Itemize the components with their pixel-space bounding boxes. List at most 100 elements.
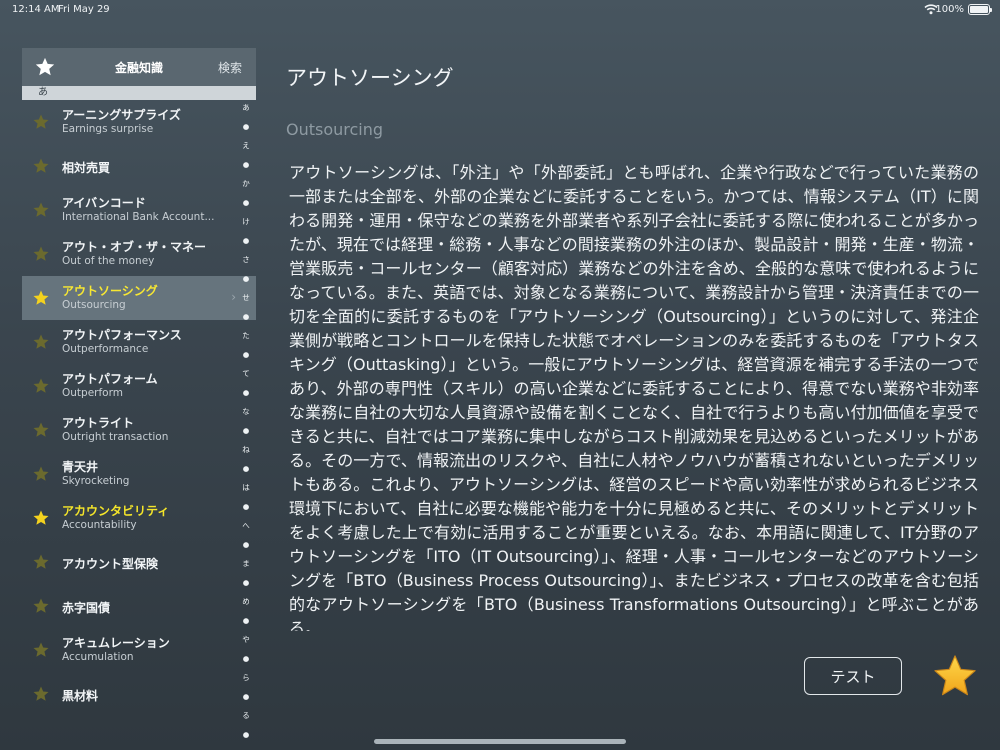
item-term: 青天井 bbox=[62, 460, 99, 474]
index-letter[interactable]: さ bbox=[238, 250, 254, 269]
status-date: Fri May 29 bbox=[58, 4, 110, 15]
item-term: アウトソーシング bbox=[62, 284, 158, 298]
home-indicator bbox=[374, 739, 626, 744]
index-letter[interactable]: ● bbox=[238, 611, 254, 630]
item-english: Accountability bbox=[62, 519, 137, 531]
index-letter[interactable]: ● bbox=[238, 535, 254, 554]
item-english: Outperform bbox=[62, 387, 123, 399]
index-letter[interactable]: た bbox=[238, 326, 254, 345]
sidebar-item[interactable]: アカウント型保険 bbox=[22, 540, 256, 584]
status-bar: 12:14 AM Fri May 29 100% bbox=[0, 0, 1000, 20]
item-term: 赤字国債 bbox=[62, 601, 111, 615]
section-index[interactable]: あ●え●か●け●さ●せ●た●て●な●ね●は●へ●ま●め●や●ら●る●わ bbox=[238, 98, 254, 750]
star-icon[interactable] bbox=[32, 201, 50, 219]
sidebar-item[interactable]: アウト・オブ・ザ・マネー Out of the money bbox=[22, 232, 256, 276]
detail-pane: アウトソーシング Outsourcing アウトソーシングは、「外注」や「外部委… bbox=[256, 48, 1000, 750]
index-letter[interactable]: ● bbox=[238, 497, 254, 516]
star-icon[interactable] bbox=[32, 465, 50, 483]
index-letter[interactable]: え bbox=[238, 136, 254, 155]
star-icon[interactable] bbox=[32, 597, 50, 615]
index-letter[interactable]: て bbox=[238, 364, 254, 383]
index-letter[interactable]: な bbox=[238, 402, 254, 421]
battery-percent: 100% bbox=[935, 4, 964, 15]
sidebar-item[interactable]: 黒材料 bbox=[22, 672, 256, 716]
star-icon[interactable] bbox=[32, 509, 50, 527]
index-letter[interactable]: ● bbox=[238, 649, 254, 668]
term-english: Outsourcing bbox=[286, 120, 384, 139]
star-icon[interactable] bbox=[32, 333, 50, 351]
sidebar-item[interactable]: アキュムレーション Accumulation bbox=[22, 628, 256, 672]
index-letter[interactable]: ● bbox=[238, 383, 254, 402]
index-letter[interactable]: る bbox=[238, 706, 254, 725]
sidebar-item[interactable]: 相対売買 bbox=[22, 144, 256, 188]
index-letter[interactable]: へ bbox=[238, 516, 254, 535]
sidebar-item[interactable]: アウトライト Outright transaction bbox=[22, 408, 256, 452]
index-letter[interactable]: ● bbox=[238, 725, 254, 744]
item-term: アウトパフォーマンス bbox=[62, 328, 182, 342]
item-english: Earnings surprise bbox=[62, 123, 154, 135]
chevron-right-icon: › bbox=[231, 290, 236, 304]
item-english: Outright transaction bbox=[62, 431, 169, 443]
index-letter[interactable]: ら bbox=[238, 668, 254, 687]
index-letter[interactable]: ● bbox=[238, 155, 254, 174]
star-icon[interactable] bbox=[32, 289, 50, 307]
favorite-star-icon[interactable] bbox=[932, 654, 978, 698]
test-button[interactable]: テスト bbox=[804, 657, 902, 695]
index-letter[interactable]: ● bbox=[238, 687, 254, 706]
star-icon[interactable] bbox=[32, 245, 50, 263]
sidebar-item[interactable]: アカウンタビリティ Accountability bbox=[22, 496, 256, 540]
sidebar-item[interactable]: 青天井 Skyrocketing bbox=[22, 452, 256, 496]
sidebar-item[interactable]: アーニングサプライズ Earnings surprise bbox=[22, 100, 256, 144]
index-letter[interactable]: ● bbox=[238, 231, 254, 250]
star-icon[interactable] bbox=[32, 553, 50, 571]
sidebar-item[interactable]: アウトソーシング Outsourcing › bbox=[22, 276, 256, 320]
sidebar-header: 金融知識 検索 bbox=[22, 48, 256, 86]
item-term: 黒材料 bbox=[62, 689, 99, 703]
item-term: アキュムレーション bbox=[62, 636, 170, 650]
star-icon[interactable] bbox=[32, 113, 50, 131]
item-term: アイバンコード bbox=[62, 196, 146, 210]
index-letter[interactable]: ● bbox=[238, 193, 254, 212]
term-list: アーニングサプライズ Earnings surprise 相対売買 アイバンコード In… bbox=[22, 100, 256, 716]
sidebar: 金融知識 検索 あ アーニングサプライズ Earnings surprise 相対売… bbox=[22, 48, 256, 750]
star-icon[interactable] bbox=[32, 377, 50, 395]
sidebar-item[interactable]: アウトパフォーム Outperform bbox=[22, 364, 256, 408]
index-letter[interactable]: わ bbox=[238, 744, 254, 750]
item-term: アウト・オブ・ザ・マネー bbox=[62, 240, 207, 254]
star-icon[interactable] bbox=[32, 641, 50, 659]
index-letter[interactable]: ● bbox=[238, 459, 254, 478]
item-term: アカウント型保険 bbox=[62, 557, 159, 571]
term-description[interactable]: アウトソーシングは、「外注」や「外部委託」とも呼ばれ、企業や行政などで行っていた… bbox=[289, 161, 979, 631]
index-letter[interactable]: や bbox=[238, 630, 254, 649]
item-english: Skyrocketing bbox=[62, 475, 130, 487]
index-letter[interactable]: せ bbox=[238, 288, 254, 307]
index-letter[interactable]: け bbox=[238, 212, 254, 231]
index-letter[interactable]: ● bbox=[238, 307, 254, 326]
index-letter[interactable]: ● bbox=[238, 117, 254, 136]
item-english: Out of the money bbox=[62, 255, 155, 267]
index-letter[interactable]: ● bbox=[238, 269, 254, 288]
index-letter[interactable]: あ bbox=[238, 98, 254, 117]
star-icon[interactable] bbox=[32, 421, 50, 439]
index-letter[interactable]: は bbox=[238, 478, 254, 497]
index-letter[interactable]: ● bbox=[238, 573, 254, 592]
star-icon[interactable] bbox=[32, 157, 50, 175]
item-english: International Bank Account... bbox=[62, 211, 215, 223]
index-letter[interactable]: ま bbox=[238, 554, 254, 573]
index-letter[interactable]: め bbox=[238, 592, 254, 611]
search-button[interactable]: 検索 bbox=[218, 59, 242, 76]
item-english: Outperformance bbox=[62, 343, 149, 355]
sidebar-item[interactable]: アイバンコード International Bank Account... bbox=[22, 188, 256, 232]
item-term: アーニングサプライズ bbox=[62, 108, 181, 122]
index-letter[interactable]: ● bbox=[238, 421, 254, 440]
index-letter[interactable]: ● bbox=[238, 345, 254, 364]
index-letter[interactable]: ね bbox=[238, 440, 254, 459]
sidebar-item[interactable]: 赤字国債 bbox=[22, 584, 256, 628]
item-term: アカウンタビリティ bbox=[62, 504, 170, 518]
section-header: あ bbox=[22, 86, 256, 100]
sidebar-item[interactable]: アウトパフォーマンス Outperformance bbox=[22, 320, 256, 364]
item-english: Accumulation bbox=[62, 651, 134, 663]
star-icon[interactable] bbox=[32, 685, 50, 703]
item-term: アウトパフォーム bbox=[62, 372, 158, 386]
index-letter[interactable]: か bbox=[238, 174, 254, 193]
